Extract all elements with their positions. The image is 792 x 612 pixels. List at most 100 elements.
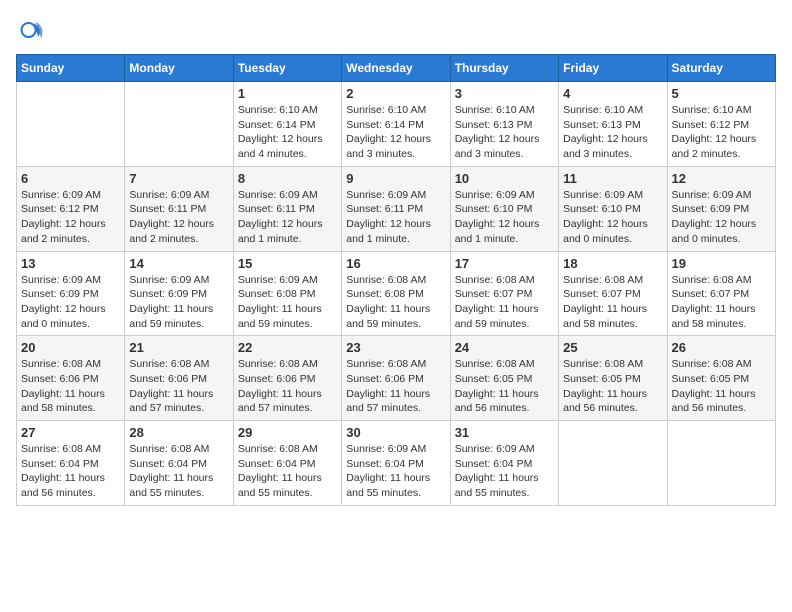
day-number: 12 (672, 171, 771, 186)
calendar-cell: 23 Sunrise: 6:08 AM Sunset: 6:06 PM Dayli… (342, 336, 450, 421)
calendar-cell: 17 Sunrise: 6:08 AM Sunset: 6:07 PM Dayli… (450, 251, 558, 336)
calendar-week-1: 1 Sunrise: 6:10 AM Sunset: 6:14 PM Daylig… (17, 82, 776, 167)
calendar-cell: 22 Sunrise: 6:08 AM Sunset: 6:06 PM Dayli… (233, 336, 341, 421)
calendar-cell: 24 Sunrise: 6:08 AM Sunset: 6:05 PM Dayli… (450, 336, 558, 421)
cell-info: Sunrise: 6:08 AM Sunset: 6:06 PM Dayligh… (238, 357, 337, 416)
weekday-header-wednesday: Wednesday (342, 55, 450, 82)
cell-info: Sunrise: 6:10 AM Sunset: 6:12 PM Dayligh… (672, 103, 771, 162)
cell-info: Sunrise: 6:09 AM Sunset: 6:09 PM Dayligh… (672, 188, 771, 247)
calendar-cell: 25 Sunrise: 6:08 AM Sunset: 6:05 PM Dayli… (559, 336, 667, 421)
calendar-week-4: 20 Sunrise: 6:08 AM Sunset: 6:06 PM Dayli… (17, 336, 776, 421)
logo-icon (16, 16, 44, 44)
day-number: 8 (238, 171, 337, 186)
day-number: 14 (129, 256, 228, 271)
weekday-header-monday: Monday (125, 55, 233, 82)
calendar-cell: 18 Sunrise: 6:08 AM Sunset: 6:07 PM Dayli… (559, 251, 667, 336)
day-number: 31 (455, 425, 554, 440)
weekday-header-sunday: Sunday (17, 55, 125, 82)
cell-info: Sunrise: 6:09 AM Sunset: 6:12 PM Dayligh… (21, 188, 120, 247)
weekday-header-saturday: Saturday (667, 55, 775, 82)
calendar-cell: 31 Sunrise: 6:09 AM Sunset: 6:04 PM Dayli… (450, 421, 558, 506)
day-number: 3 (455, 86, 554, 101)
day-number: 21 (129, 340, 228, 355)
day-number: 19 (672, 256, 771, 271)
calendar-cell: 28 Sunrise: 6:08 AM Sunset: 6:04 PM Dayli… (125, 421, 233, 506)
cell-info: Sunrise: 6:08 AM Sunset: 6:07 PM Dayligh… (455, 273, 554, 332)
day-number: 28 (129, 425, 228, 440)
day-number: 5 (672, 86, 771, 101)
calendar-cell: 12 Sunrise: 6:09 AM Sunset: 6:09 PM Dayli… (667, 166, 775, 251)
day-number: 4 (563, 86, 662, 101)
cell-info: Sunrise: 6:09 AM Sunset: 6:08 PM Dayligh… (238, 273, 337, 332)
day-number: 23 (346, 340, 445, 355)
calendar-cell: 13 Sunrise: 6:09 AM Sunset: 6:09 PM Dayli… (17, 251, 125, 336)
calendar-cell: 10 Sunrise: 6:09 AM Sunset: 6:10 PM Dayli… (450, 166, 558, 251)
day-number: 26 (672, 340, 771, 355)
day-number: 25 (563, 340, 662, 355)
cell-info: Sunrise: 6:10 AM Sunset: 6:13 PM Dayligh… (455, 103, 554, 162)
cell-info: Sunrise: 6:09 AM Sunset: 6:11 PM Dayligh… (238, 188, 337, 247)
calendar-cell: 6Sunrise: 6:09 AM Sunset: 6:12 PM Daylig… (17, 166, 125, 251)
calendar-cell: 5 Sunrise: 6:10 AM Sunset: 6:12 PM Daylig… (667, 82, 775, 167)
cell-info: Sunrise: 6:08 AM Sunset: 6:05 PM Dayligh… (455, 357, 554, 416)
day-number: 24 (455, 340, 554, 355)
cell-info: Sunrise: 6:08 AM Sunset: 6:05 PM Dayligh… (672, 357, 771, 416)
calendar-cell: 26 Sunrise: 6:08 AM Sunset: 6:05 PM Dayli… (667, 336, 775, 421)
calendar-week-5: 27 Sunrise: 6:08 AM Sunset: 6:04 PM Dayli… (17, 421, 776, 506)
weekday-header-tuesday: Tuesday (233, 55, 341, 82)
cell-info: Sunrise: 6:08 AM Sunset: 6:04 PM Dayligh… (129, 442, 228, 501)
day-number: 17 (455, 256, 554, 271)
cell-info: Sunrise: 6:08 AM Sunset: 6:07 PM Dayligh… (563, 273, 662, 332)
day-number: 13 (21, 256, 120, 271)
logo (16, 16, 48, 44)
calendar-cell: 19Sunrise: 6:08 AM Sunset: 6:07 PM Dayli… (667, 251, 775, 336)
calendar-cell: 15 Sunrise: 6:09 AM Sunset: 6:08 PM Dayli… (233, 251, 341, 336)
day-number: 11 (563, 171, 662, 186)
calendar-cell (667, 421, 775, 506)
calendar-cell: 4 Sunrise: 6:10 AM Sunset: 6:13 PM Daylig… (559, 82, 667, 167)
cell-info: Sunrise: 6:08 AM Sunset: 6:06 PM Dayligh… (21, 357, 120, 416)
cell-info: Sunrise: 6:08 AM Sunset: 6:04 PM Dayligh… (238, 442, 337, 501)
cell-info: Sunrise: 6:09 AM Sunset: 6:10 PM Dayligh… (563, 188, 662, 247)
day-number: 30 (346, 425, 445, 440)
calendar-cell: 29 Sunrise: 6:08 AM Sunset: 6:04 PM Dayli… (233, 421, 341, 506)
calendar-table: SundayMondayTuesdayWednesdayThursdayFrid… (16, 54, 776, 506)
cell-info: Sunrise: 6:08 AM Sunset: 6:06 PM Dayligh… (129, 357, 228, 416)
day-number: 29 (238, 425, 337, 440)
cell-info: Sunrise: 6:08 AM Sunset: 6:05 PM Dayligh… (563, 357, 662, 416)
calendar-cell: 3 Sunrise: 6:10 AM Sunset: 6:13 PM Daylig… (450, 82, 558, 167)
calendar-cell (559, 421, 667, 506)
page-header (16, 16, 776, 44)
calendar-cell: 20 Sunrise: 6:08 AM Sunset: 6:06 PM Dayli… (17, 336, 125, 421)
calendar-cell: 1 Sunrise: 6:10 AM Sunset: 6:14 PM Daylig… (233, 82, 341, 167)
day-number: 7 (129, 171, 228, 186)
day-number: 9 (346, 171, 445, 186)
cell-info: Sunrise: 6:08 AM Sunset: 6:06 PM Dayligh… (346, 357, 445, 416)
cell-info: Sunrise: 6:09 AM Sunset: 6:11 PM Dayligh… (346, 188, 445, 247)
day-number: 27 (21, 425, 120, 440)
cell-info: Sunrise: 6:10 AM Sunset: 6:14 PM Dayligh… (238, 103, 337, 162)
calendar-cell: 9 Sunrise: 6:09 AM Sunset: 6:11 PM Daylig… (342, 166, 450, 251)
day-number: 22 (238, 340, 337, 355)
calendar-cell: 16 Sunrise: 6:08 AM Sunset: 6:08 PM Dayli… (342, 251, 450, 336)
day-number: 18 (563, 256, 662, 271)
cell-info: Sunrise: 6:09 AM Sunset: 6:11 PM Dayligh… (129, 188, 228, 247)
day-number: 20 (21, 340, 120, 355)
calendar-cell: 30 Sunrise: 6:09 AM Sunset: 6:04 PM Dayli… (342, 421, 450, 506)
cell-info: Sunrise: 6:09 AM Sunset: 6:04 PM Dayligh… (455, 442, 554, 501)
cell-info: Sunrise: 6:09 AM Sunset: 6:04 PM Dayligh… (346, 442, 445, 501)
cell-info: Sunrise: 6:10 AM Sunset: 6:13 PM Dayligh… (563, 103, 662, 162)
calendar-cell: 14Sunrise: 6:09 AM Sunset: 6:09 PM Dayli… (125, 251, 233, 336)
weekday-header-thursday: Thursday (450, 55, 558, 82)
cell-info: Sunrise: 6:08 AM Sunset: 6:08 PM Dayligh… (346, 273, 445, 332)
calendar-week-3: 13 Sunrise: 6:09 AM Sunset: 6:09 PM Dayli… (17, 251, 776, 336)
day-number: 16 (346, 256, 445, 271)
day-number: 10 (455, 171, 554, 186)
cell-info: Sunrise: 6:09 AM Sunset: 6:10 PM Dayligh… (455, 188, 554, 247)
day-number: 15 (238, 256, 337, 271)
cell-info: Sunrise: 6:09 AM Sunset: 6:09 PM Dayligh… (21, 273, 120, 332)
calendar-cell: 2Sunrise: 6:10 AM Sunset: 6:14 PM Daylig… (342, 82, 450, 167)
cell-info: Sunrise: 6:08 AM Sunset: 6:04 PM Dayligh… (21, 442, 120, 501)
day-number: 1 (238, 86, 337, 101)
calendar-week-2: 6Sunrise: 6:09 AM Sunset: 6:12 PM Daylig… (17, 166, 776, 251)
